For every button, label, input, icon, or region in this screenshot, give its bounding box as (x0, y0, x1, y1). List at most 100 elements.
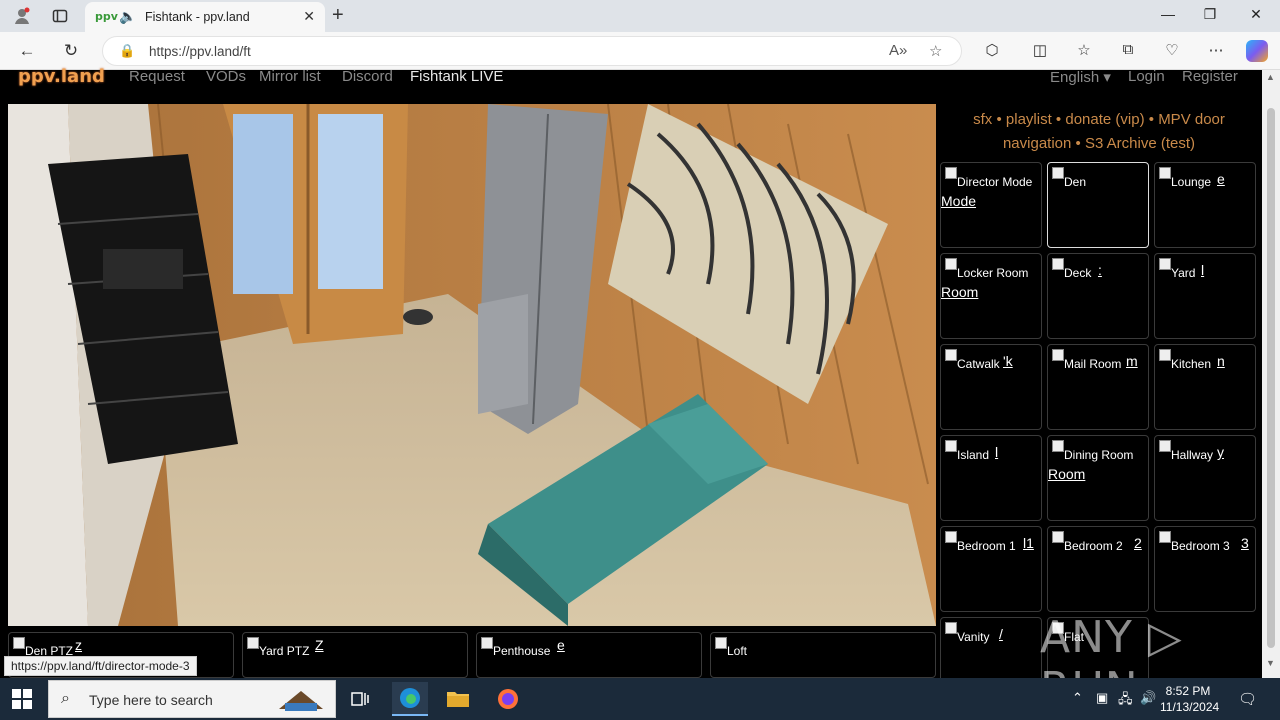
favorites-icon[interactable]: ☆ (1074, 41, 1094, 59)
extensions-icon[interactable]: ⬡ (982, 41, 1002, 59)
cam-penthouse[interactable]: Penthouse e (476, 632, 702, 678)
profile-icon[interactable] (12, 6, 32, 26)
cam-label: Island (957, 448, 990, 462)
more-menu-icon[interactable]: ⋯ (1206, 41, 1226, 59)
tab-actions-icon[interactable] (50, 6, 70, 26)
cam-label-ghost: z (75, 637, 82, 653)
collections-icon[interactable]: ⧉ (1118, 41, 1138, 58)
back-icon[interactable]: ← (16, 40, 38, 62)
read-aloud-icon[interactable]: A» (889, 42, 907, 59)
new-tab-button[interactable]: + (332, 4, 344, 27)
cam-lounge[interactable]: Lounge e (1154, 162, 1256, 248)
nav-request[interactable]: Request (129, 68, 185, 85)
link-donate[interactable]: donate (vip) (1065, 111, 1144, 128)
refresh-icon[interactable]: ↻ (60, 40, 82, 62)
cam-dining-room[interactable]: Dining Room Room (1047, 435, 1149, 521)
task-view-icon[interactable] (342, 682, 378, 716)
broken-image-icon (1159, 440, 1171, 452)
cam-bedroom-2[interactable]: Bedroom 2 2 (1047, 526, 1149, 612)
cam-label: Locker Room (957, 266, 1029, 280)
cam-catwalk[interactable]: Catwalk 'k (940, 344, 1042, 430)
broken-image-icon (945, 349, 957, 361)
edge-taskbar-icon[interactable] (392, 682, 428, 716)
link-sfx[interactable]: sfx (973, 111, 992, 128)
language-dropdown[interactable]: English ▾ (1050, 68, 1111, 86)
window-close-icon[interactable]: ✕ (1246, 6, 1266, 23)
windows-start-icon[interactable] (12, 689, 32, 709)
scroll-down-icon[interactable]: ▼ (1266, 658, 1275, 668)
cam-yard-ptz[interactable]: Yard PTZ Z (242, 632, 468, 678)
cam-bedroom-1[interactable]: Bedroom 1 l1 (940, 526, 1042, 612)
tray-chevron-icon[interactable]: ⌃ (1072, 690, 1083, 706)
nav-discord[interactable]: Discord (342, 68, 393, 85)
site-logo[interactable]: ppv.land (18, 66, 105, 87)
cam-label-ghost: Room (1048, 466, 1086, 482)
browser-essentials-icon[interactable]: ♡ (1162, 41, 1182, 59)
link-navigation[interactable]: navigation (1003, 135, 1071, 152)
cam-label-ghost: y (1217, 444, 1224, 460)
cam-label-ghost: e (557, 637, 565, 653)
cam-label-ghost: l (1201, 262, 1205, 278)
cam-mail-room[interactable]: Mail Room m (1047, 344, 1149, 430)
video-player[interactable] (8, 104, 936, 626)
favorite-star-icon[interactable]: ☆ (929, 42, 942, 60)
clock-time: 8:52 PM (1165, 684, 1211, 698)
cam-label-ghost: 'k (1003, 353, 1013, 369)
nav-login[interactable]: Login (1128, 68, 1165, 85)
cam-loft[interactable]: Loft (710, 632, 936, 678)
nav-fishtank-live[interactable]: Fishtank LIVE (410, 68, 503, 85)
cam-label: Penthouse (493, 644, 551, 658)
scroll-thumb[interactable] (1267, 108, 1275, 648)
cam-locker-room[interactable]: Locker Room Room (940, 253, 1042, 339)
separator: • (996, 111, 1002, 128)
cam-label: Bedroom 2 (1064, 539, 1123, 553)
page-scrollbar[interactable]: ▲ ▼ (1262, 70, 1280, 678)
cam-vanity[interactable]: Vanity / (940, 617, 1042, 678)
cam-yard[interactable]: Yard l (1154, 253, 1256, 339)
address-bar[interactable]: 🔒 https://ppv.land/ft A» ☆ (102, 36, 962, 66)
broken-image-icon (1052, 440, 1064, 452)
windows-taskbar: ⌕ Type here to search ⌃ ▣ 🖧 🔊 8:52 PM 11… (0, 678, 1280, 720)
broken-image-icon (1159, 258, 1171, 270)
volume-icon[interactable]: 🔊 (1140, 690, 1156, 706)
active-tab[interactable]: ppv 🔈 Fishtank - ppv.land ✕ (85, 2, 325, 32)
video-frame (8, 104, 936, 626)
cam-hallway[interactable]: Hallway y (1154, 435, 1256, 521)
separator: • (1075, 135, 1081, 152)
broken-image-icon (1159, 167, 1171, 179)
link-mpv-door[interactable]: MPV door (1158, 111, 1225, 128)
lock-icon[interactable]: 🔒 (119, 43, 135, 59)
taskbar-search[interactable]: ⌕ Type here to search (48, 680, 336, 718)
minimize-icon[interactable]: — (1158, 6, 1178, 22)
cam-label: Yard (1171, 266, 1196, 280)
firefox-icon[interactable] (490, 682, 526, 716)
scroll-up-icon[interactable]: ▲ (1266, 72, 1275, 82)
status-link-tooltip: https://ppv.land/ft/director-mode-3 (4, 656, 197, 676)
cam-island[interactable]: Island l (940, 435, 1042, 521)
cam-deck[interactable]: Deck : (1047, 253, 1149, 339)
file-explorer-icon[interactable] (440, 682, 476, 716)
split-screen-icon[interactable]: ◫ (1030, 41, 1050, 59)
nav-mirror-list[interactable]: Mirror list (259, 68, 321, 85)
cam-label: Loft (727, 644, 748, 658)
cam-label: Hallway (1171, 448, 1214, 462)
tab-close-icon[interactable]: ✕ (303, 8, 315, 25)
url-text[interactable]: https://ppv.land/ft (149, 44, 251, 59)
cam-kitchen[interactable]: Kitchen n (1154, 344, 1256, 430)
search-highlight-icon (279, 691, 323, 711)
copilot-icon[interactable] (1246, 40, 1268, 62)
notifications-icon[interactable]: 🗨 (1238, 690, 1257, 708)
cam-label-ghost: l (995, 444, 999, 460)
cam-den[interactable]: Den (1047, 162, 1149, 248)
device-icon[interactable]: ▣ (1096, 690, 1108, 706)
cam-director-mode[interactable]: Director Mode Mode (940, 162, 1042, 248)
restore-icon[interactable]: ❐ (1200, 6, 1220, 23)
link-s3-archive[interactable]: S3 Archive (test) (1085, 135, 1195, 152)
network-icon[interactable]: 🖧 (1118, 690, 1133, 712)
taskbar-clock[interactable]: 8:52 PM 11/13/2024 (1160, 683, 1219, 715)
nav-register[interactable]: Register (1182, 68, 1238, 85)
speaker-icon[interactable]: 🔈 (119, 8, 136, 25)
nav-vods[interactable]: VODs (206, 68, 246, 85)
link-playlist[interactable]: playlist (1006, 111, 1052, 128)
cam-bedroom-3[interactable]: Bedroom 3 3 (1154, 526, 1256, 612)
